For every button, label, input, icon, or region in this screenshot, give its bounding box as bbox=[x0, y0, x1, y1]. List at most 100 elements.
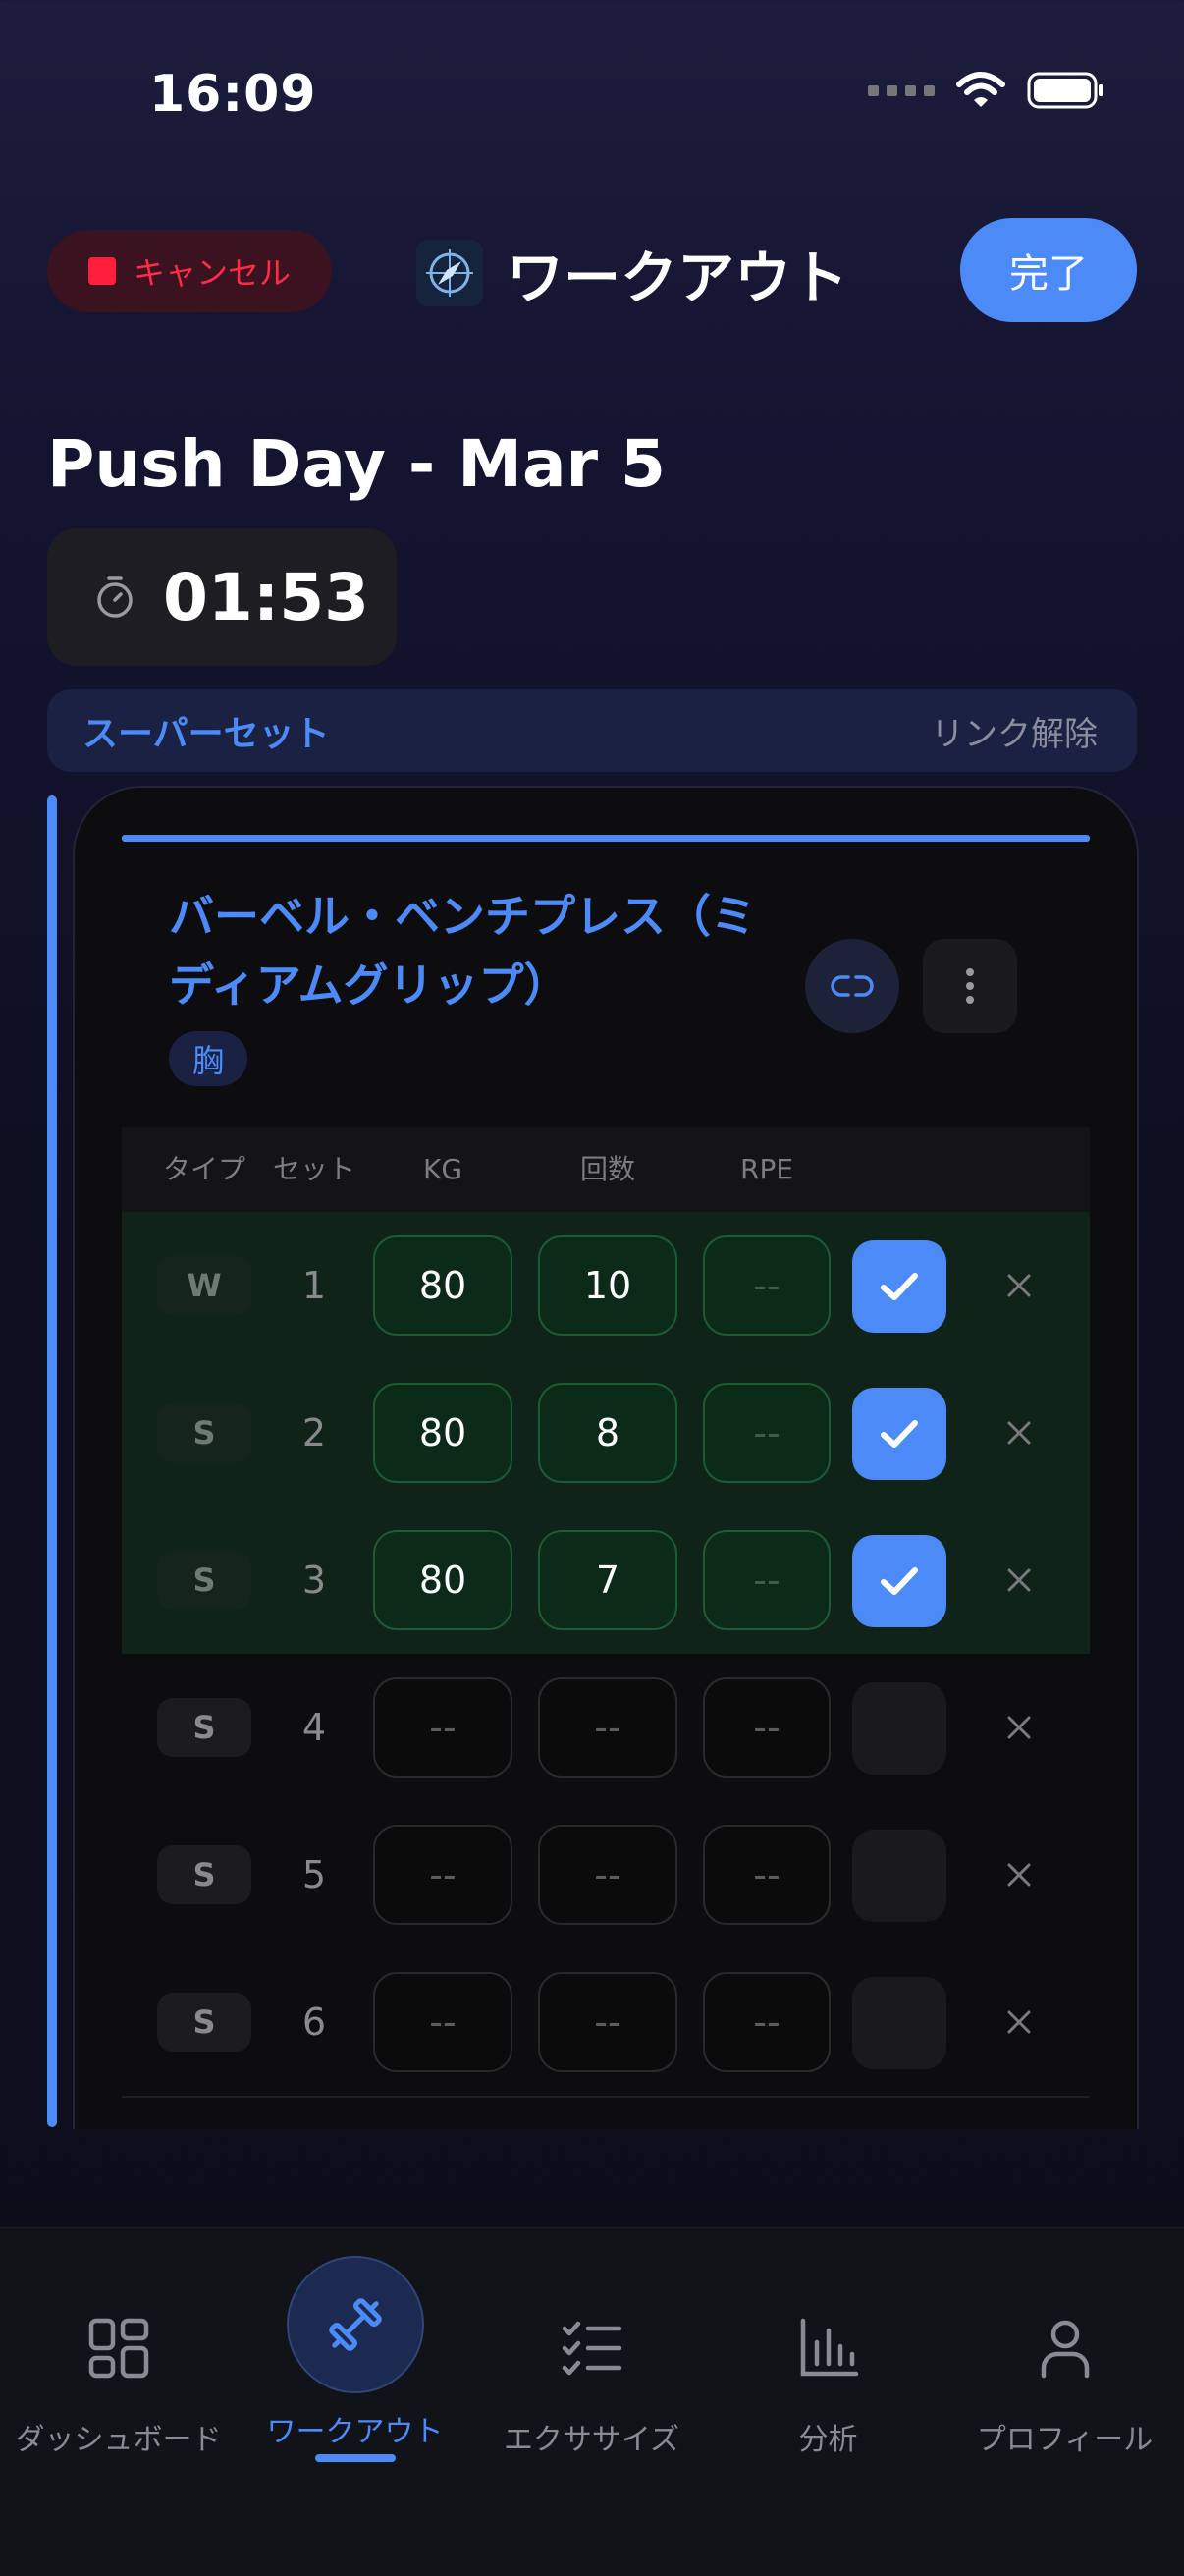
set-row: S 2 80 8 -- bbox=[122, 1359, 1090, 1507]
stopwatch-icon bbox=[97, 576, 133, 618]
close-icon bbox=[1007, 1421, 1031, 1445]
exercise-name[interactable]: バーベル・ベンチプレス（ミディアムグリップ） bbox=[169, 882, 778, 1019]
reps-input[interactable]: 7 bbox=[538, 1530, 677, 1630]
weight-input[interactable]: -- bbox=[373, 1825, 512, 1925]
superset-label: スーパーセット bbox=[82, 714, 330, 754]
weight-input[interactable]: 80 bbox=[373, 1530, 512, 1630]
tab-label: エクササイズ bbox=[503, 2423, 680, 2457]
status-icons bbox=[868, 71, 1105, 110]
close-icon bbox=[1007, 1568, 1031, 1592]
set-number: 6 bbox=[301, 2001, 327, 2044]
complete-set-checkbox[interactable] bbox=[852, 1535, 946, 1627]
rpe-input[interactable]: -- bbox=[703, 1530, 831, 1630]
rpe-input[interactable]: -- bbox=[703, 1825, 831, 1925]
dumbbell-icon bbox=[286, 2256, 424, 2393]
checkmark-icon bbox=[881, 1567, 918, 1595]
person-icon bbox=[1016, 2299, 1114, 2397]
set-row: S 4 -- -- -- bbox=[122, 1654, 1090, 1801]
delete-set-button[interactable] bbox=[990, 1654, 1049, 1801]
weight-input[interactable]: -- bbox=[373, 1677, 512, 1778]
tab-label: ワークアウト bbox=[266, 2415, 444, 2449]
header-title-group: ワークアウト bbox=[416, 232, 848, 314]
set-row: W 1 80 10 -- bbox=[122, 1212, 1090, 1359]
set-type-button[interactable]: S bbox=[157, 1403, 251, 1462]
timer-value: 01:53 bbox=[163, 559, 370, 635]
rpe-input[interactable]: -- bbox=[703, 1677, 831, 1778]
checkmark-icon bbox=[881, 1273, 918, 1300]
battery-icon bbox=[1027, 72, 1103, 109]
col-set: セット bbox=[272, 1153, 355, 1185]
reps-input[interactable]: 8 bbox=[538, 1383, 677, 1483]
col-kg: KG bbox=[422, 1153, 463, 1185]
stop-icon bbox=[87, 257, 116, 285]
close-icon bbox=[1007, 1716, 1031, 1739]
rpe-input[interactable]: -- bbox=[703, 1235, 831, 1336]
set-type-button[interactable]: W bbox=[157, 1256, 251, 1315]
superset-indicator-line bbox=[47, 795, 57, 2127]
rpe-input[interactable]: -- bbox=[703, 1383, 831, 1483]
done-button[interactable]: 完了 bbox=[960, 218, 1137, 322]
delete-set-button[interactable] bbox=[990, 1359, 1049, 1507]
wifi-icon bbox=[956, 72, 1005, 107]
delete-set-button[interactable] bbox=[990, 1212, 1049, 1359]
tab-exercises[interactable]: エクササイズ bbox=[473, 2228, 710, 2503]
reps-input[interactable]: -- bbox=[538, 1677, 677, 1778]
status-time: 16:09 bbox=[149, 65, 317, 124]
complete-set-checkbox[interactable] bbox=[852, 1388, 946, 1480]
weight-input[interactable]: -- bbox=[373, 1972, 512, 2072]
weight-input[interactable]: 80 bbox=[373, 1383, 512, 1483]
more-vertical-icon bbox=[966, 968, 974, 1004]
tab-dashboard[interactable]: ダッシュボード bbox=[0, 2228, 237, 2503]
set-type-button[interactable]: S bbox=[157, 1698, 251, 1757]
muscle-tag: 胸 bbox=[169, 1031, 248, 1086]
col-type: タイプ bbox=[162, 1153, 245, 1185]
superset-link-button[interactable] bbox=[805, 939, 899, 1033]
cancel-button[interactable]: キャンセル bbox=[47, 230, 332, 312]
card-accent-line bbox=[122, 835, 1090, 842]
tab-workout[interactable]: ワークアウト bbox=[237, 2228, 473, 2503]
page-title: ワークアウト bbox=[507, 245, 849, 311]
set-row: S 6 -- -- -- bbox=[122, 1948, 1090, 2096]
sets-table-header: タイプ セット KG 回数 RPE bbox=[122, 1127, 1090, 1212]
complete-set-checkbox[interactable] bbox=[852, 1977, 946, 2069]
reps-input[interactable]: -- bbox=[538, 1972, 677, 2072]
delete-set-button[interactable] bbox=[990, 1948, 1049, 2096]
col-rpe: RPE bbox=[739, 1153, 794, 1185]
bottom-tab-bar: ダッシュボード ワークアウト エクササイズ 分析 プロフィール bbox=[0, 2227, 1184, 2576]
close-icon bbox=[1007, 2010, 1031, 2034]
rpe-input[interactable]: -- bbox=[703, 1972, 831, 2072]
tab-label: ダッシュボード bbox=[15, 2423, 222, 2457]
complete-set-checkbox[interactable] bbox=[852, 1682, 946, 1775]
tab-profile[interactable]: プロフィール bbox=[946, 2228, 1183, 2503]
weight-input[interactable]: 80 bbox=[373, 1235, 512, 1336]
card-divider bbox=[122, 2096, 1090, 2098]
close-icon bbox=[1007, 1274, 1031, 1297]
workout-name[interactable]: Push Day - Mar 5 bbox=[47, 426, 666, 502]
signal-dots-icon bbox=[868, 84, 935, 96]
workout-timer: 01:53 bbox=[47, 528, 397, 666]
set-type-button[interactable]: S bbox=[157, 1993, 251, 2052]
set-row: S 5 -- -- -- bbox=[122, 1801, 1090, 1948]
tab-analytics[interactable]: 分析 bbox=[710, 2228, 946, 2503]
complete-set-checkbox[interactable] bbox=[852, 1830, 946, 1922]
reps-input[interactable]: 10 bbox=[538, 1235, 677, 1336]
more-options-button[interactable] bbox=[923, 939, 1017, 1033]
set-type-button[interactable]: S bbox=[157, 1551, 251, 1610]
reps-input[interactable]: -- bbox=[538, 1825, 677, 1925]
set-number: 5 bbox=[301, 1853, 327, 1896]
set-number: 3 bbox=[301, 1559, 327, 1602]
exercise-card: バーベル・ベンチプレス（ミディアムグリップ） 胸 タイプ セット KG 回数 R… bbox=[73, 786, 1139, 2129]
set-number: 1 bbox=[301, 1264, 327, 1307]
bar-chart-icon bbox=[780, 2299, 878, 2397]
cancel-label: キャンセル bbox=[133, 254, 291, 292]
complete-set-checkbox[interactable] bbox=[852, 1240, 946, 1333]
tab-label: 分析 bbox=[798, 2423, 858, 2457]
set-number: 4 bbox=[301, 1706, 327, 1749]
active-tab-indicator bbox=[314, 2454, 396, 2462]
set-type-button[interactable]: S bbox=[157, 1845, 251, 1904]
delete-set-button[interactable] bbox=[990, 1801, 1049, 1948]
compass-logo-icon bbox=[416, 240, 483, 306]
unlink-button[interactable]: リンク解除 bbox=[931, 707, 1098, 755]
delete-set-button[interactable] bbox=[990, 1507, 1049, 1654]
set-number: 2 bbox=[301, 1411, 327, 1454]
